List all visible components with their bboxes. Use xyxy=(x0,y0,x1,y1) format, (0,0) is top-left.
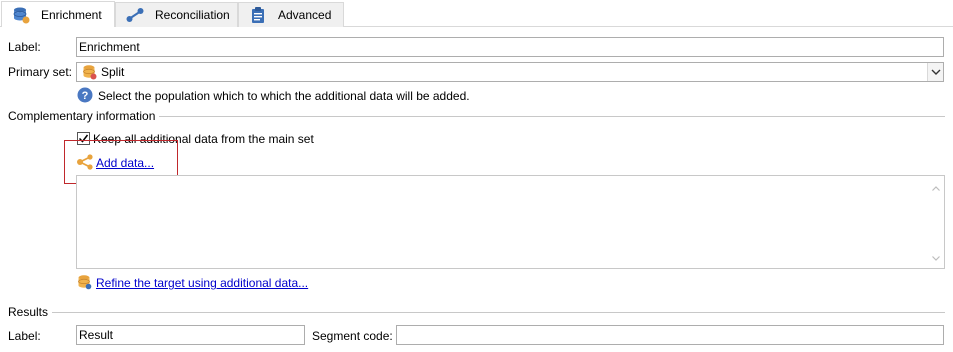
share-nodes-icon xyxy=(76,154,94,173)
tab-reconciliation[interactable]: Reconciliation xyxy=(115,2,238,27)
label-input[interactable]: Enrichment xyxy=(76,37,944,57)
segment-code-caption: Segment code: xyxy=(312,329,393,343)
help-icon: ? xyxy=(77,87,93,106)
tab-label: Advanced xyxy=(278,8,332,22)
result-label-input[interactable]: Result xyxy=(76,325,305,345)
tab-label: Enrichment xyxy=(41,7,102,22)
clipboard-icon xyxy=(249,6,267,24)
list-scrollbar[interactable] xyxy=(928,176,944,268)
add-data-link[interactable]: Add data... xyxy=(96,156,154,170)
database-icon xyxy=(81,64,97,80)
complementary-title: Complementary information xyxy=(8,109,160,123)
results-title: Results xyxy=(8,305,53,319)
refine-db-icon xyxy=(76,274,92,293)
scroll-down-icon[interactable] xyxy=(932,250,940,264)
tab-advanced[interactable]: Advanced xyxy=(238,2,344,27)
segment-code-input[interactable] xyxy=(396,325,944,345)
svg-text:?: ? xyxy=(82,90,89,102)
tab-enrichment[interactable]: Enrichment xyxy=(1,1,115,27)
primary-set-select[interactable]: Split xyxy=(76,62,944,82)
primary-set-value: Split xyxy=(101,65,125,79)
primary-set-caption: Primary set: xyxy=(8,65,73,79)
results-divider xyxy=(8,312,945,313)
label-caption: Label: xyxy=(8,40,41,54)
additional-data-list[interactable] xyxy=(76,175,945,269)
tab-label: Reconciliation xyxy=(155,8,230,22)
tab-bar: Enrichment Reconciliation Advanced xyxy=(0,0,953,27)
enrichment-db-icon xyxy=(12,6,30,24)
chevron-down-icon[interactable] xyxy=(927,63,943,81)
result-label-caption: Label: xyxy=(8,329,41,343)
scroll-up-icon[interactable] xyxy=(932,180,940,194)
refine-target-link[interactable]: Refine the target using additional data.… xyxy=(96,276,308,290)
help-text: Select the population which to which the… xyxy=(98,89,470,103)
link-nodes-icon xyxy=(126,6,144,24)
